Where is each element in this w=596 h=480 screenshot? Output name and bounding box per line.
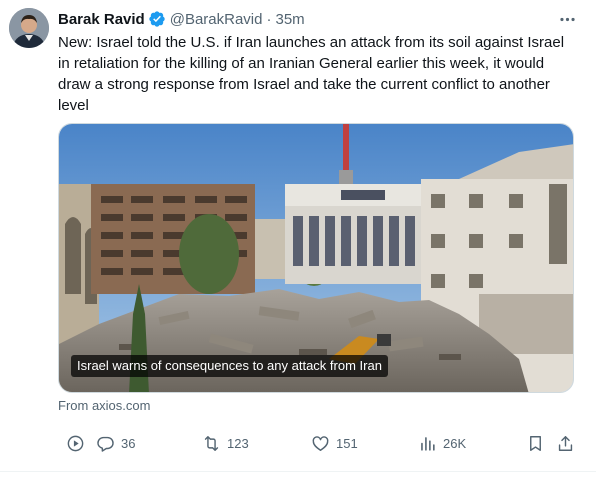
timestamp[interactable]: 35m bbox=[275, 11, 304, 28]
view-count: 26K bbox=[443, 435, 467, 451]
reply-icon bbox=[97, 436, 114, 452]
divider bbox=[0, 471, 596, 472]
repost-icon bbox=[204, 435, 219, 451]
author-name[interactable]: Barak Ravid bbox=[58, 11, 145, 28]
play-button[interactable] bbox=[66, 430, 85, 456]
play-icon bbox=[67, 435, 84, 451]
media-card[interactable]: Israel warns of consequences to any atta… bbox=[58, 123, 574, 393]
share-button[interactable] bbox=[556, 430, 575, 456]
tweet-text: New: Israel told the U.S. if Iran launch… bbox=[58, 34, 565, 114]
avatar[interactable] bbox=[9, 8, 49, 48]
link-source[interactable]: From axios.com bbox=[58, 398, 150, 413]
repost-count: 123 bbox=[227, 435, 249, 451]
repost-button[interactable]: 123 bbox=[202, 430, 249, 456]
more-options-button[interactable] bbox=[556, 9, 578, 29]
action-bar: 36 123 151 26K bbox=[58, 430, 578, 456]
reply-button[interactable]: 36 bbox=[96, 430, 135, 456]
share-icon bbox=[558, 435, 573, 451]
like-count: 151 bbox=[336, 435, 358, 451]
tweet-header: Barak Ravid @BarakRavid · 35m bbox=[58, 9, 305, 29]
like-button[interactable]: 151 bbox=[311, 430, 358, 456]
bookmark-button[interactable] bbox=[526, 430, 545, 456]
tweet[interactable]: Barak Ravid @BarakRavid · 35m New: Israe… bbox=[0, 0, 596, 480]
media-image bbox=[59, 124, 573, 392]
author-handle[interactable]: @BarakRavid bbox=[170, 11, 263, 28]
separator-dot: · bbox=[266, 10, 272, 28]
like-icon bbox=[312, 435, 329, 451]
bookmark-icon bbox=[530, 435, 541, 451]
media-caption: Israel warns of consequences to any atta… bbox=[71, 355, 388, 377]
verified-badge-icon bbox=[149, 11, 165, 27]
views-icon bbox=[421, 436, 435, 451]
more-icon bbox=[559, 17, 575, 21]
reply-count: 36 bbox=[121, 435, 136, 451]
views-button[interactable]: 26K bbox=[418, 430, 466, 456]
